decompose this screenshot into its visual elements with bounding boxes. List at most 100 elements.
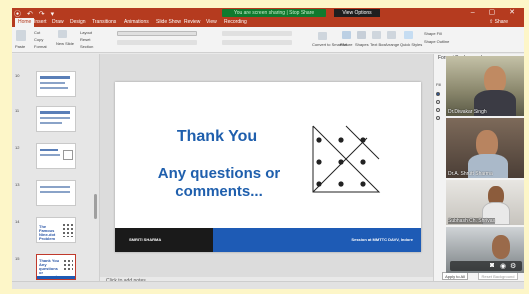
nine-dot-puzzle-diagram — [312, 125, 381, 193]
thumb-line — [40, 87, 68, 89]
thumb-line — [40, 154, 60, 156]
thumb-line — [40, 191, 70, 193]
thumb-number: 15 — [15, 256, 20, 261]
convert-smartart-icon[interactable] — [318, 32, 327, 40]
shapes-label: Shapes — [355, 42, 369, 47]
tab-design[interactable]: Design — [70, 19, 86, 25]
slide-thumbnail[interactable] — [36, 180, 76, 206]
tab-transitions[interactable]: Transitions — [92, 19, 116, 25]
settings-icon[interactable]: ⚙ — [510, 262, 516, 270]
powerpoint-window: ⦿ ↶ ↷ ▾ You are screen sharing | Stop Sh… — [12, 8, 524, 289]
thumb-line — [40, 122, 62, 124]
shapes-icon[interactable] — [357, 31, 366, 39]
quick-styles-icon[interactable] — [404, 31, 413, 39]
layout-button[interactable]: Layout — [80, 30, 92, 35]
font-name-box[interactable] — [117, 31, 197, 36]
slide-thumbnail[interactable] — [36, 106, 76, 132]
shape-fill-button[interactable]: Shape Fill — [424, 31, 442, 36]
participant-name: Dr.Diwakar Singh — [448, 109, 487, 115]
paste-label: Paste — [15, 44, 26, 49]
share-label: Share — [494, 19, 508, 25]
participant-name: Dr.A. Shrutt Sharma — [448, 171, 493, 177]
arrange-label: Arrange — [385, 42, 400, 47]
thumb-number: 13 — [15, 182, 20, 187]
text-box-label: Text Box — [370, 42, 386, 47]
video-tile[interactable]: Subhash Ch. Shrivas — [446, 180, 524, 225]
new-slide-label: New Slide — [56, 41, 75, 46]
slide-thumbnail-pane: 10 11 12 13 14 The Famous Nine-dot Probl… — [12, 54, 100, 281]
tab-recording[interactable]: Recording — [224, 19, 247, 25]
quick-styles-label: Quick Styles — [400, 42, 423, 47]
apply-to-all-button[interactable]: Apply to All — [442, 272, 468, 280]
picture-label: Picture — [340, 42, 353, 47]
slide-title[interactable]: Thank You — [147, 128, 287, 146]
fill-option-radio[interactable] — [436, 92, 440, 96]
slide-canvas: Thank You Any questions or comments... S… — [100, 54, 433, 284]
video-tile[interactable]: ◙ ◉ ⚙ — [446, 227, 524, 273]
thumb-line — [40, 149, 58, 151]
current-slide[interactable]: Thank You Any questions or comments... S… — [115, 82, 421, 252]
slide-thumbnail[interactable]: The Famous Nine-dot Problem — [36, 217, 76, 243]
picture-icon[interactable] — [342, 31, 351, 39]
title-bar: ⦿ ↶ ↷ ▾ You are screen sharing | Stop Sh… — [12, 8, 524, 18]
participant-name: Subhash Ch. Shrivas — [448, 218, 495, 224]
fill-option-radio[interactable] — [436, 116, 440, 120]
ribbon-tabs: Home Insert Draw Design Transitions Anim… — [12, 18, 524, 27]
share-button[interactable]: ⇧ Share — [489, 19, 508, 25]
status-bar — [12, 281, 524, 289]
thumb-number: 10 — [15, 73, 20, 78]
camera-icon[interactable]: ◙ — [490, 262, 494, 269]
slide-body-text[interactable]: Any questions or comments... — [139, 165, 299, 201]
slide-thumbnail[interactable] — [36, 71, 76, 97]
text-box-icon[interactable] — [372, 31, 381, 39]
format-painter-button[interactable]: Format — [34, 44, 47, 49]
thumb-number: 12 — [15, 145, 20, 150]
paragraph-row[interactable] — [222, 31, 292, 36]
nine-dots-icon — [62, 223, 73, 237]
tab-review[interactable]: Review — [184, 19, 200, 25]
slide-thumbnail[interactable] — [36, 143, 76, 169]
thumb-text: The Famous Nine-dot Problem — [39, 224, 56, 241]
alignment-row[interactable] — [222, 40, 292, 45]
new-slide-icon[interactable] — [58, 30, 67, 38]
desktop: ⦿ ↶ ↷ ▾ You are screen sharing | Stop Sh… — [0, 0, 529, 294]
shape-outline-button[interactable]: Shape Outline — [424, 39, 449, 44]
window-controls[interactable]: – ▢ ✕ — [471, 8, 521, 16]
section-button[interactable]: Section — [80, 44, 93, 49]
tab-view[interactable]: View — [206, 19, 217, 25]
cut-button[interactable]: Cut — [34, 30, 40, 35]
ribbon-toolbar: Paste Cut Copy Format New Slide Layout R… — [12, 27, 524, 53]
tab-insert[interactable]: Insert — [34, 19, 47, 25]
reset-background-button[interactable]: Reset Background — [478, 272, 518, 280]
slide-footer: SMRITI SHARMA Session at MMTTC DAVV, Ind… — [115, 228, 421, 252]
tab-slide-show[interactable]: Slide Show — [156, 19, 181, 25]
fill-section-label: Fill — [436, 82, 442, 87]
copy-button[interactable]: Copy — [34, 37, 43, 42]
footer-session-info: Session at MMTTC DAVV, Indore — [213, 228, 421, 252]
tab-draw[interactable]: Draw — [52, 19, 64, 25]
font-format-row[interactable] — [117, 40, 197, 45]
tab-home[interactable]: Home — [15, 18, 35, 27]
fill-option-radio[interactable] — [436, 108, 440, 112]
thumb-footer — [37, 276, 75, 279]
thumb-number: 11 — [15, 108, 20, 113]
screen-share-banner[interactable]: You are screen sharing | Stop Share — [222, 9, 326, 17]
arrange-icon[interactable] — [387, 31, 396, 39]
thumb-line — [40, 117, 70, 119]
thumb-line — [40, 186, 70, 188]
thumb-number: 14 — [15, 219, 20, 224]
thumb-line — [40, 76, 70, 79]
thumb-line — [40, 82, 65, 84]
thumbnail-scrollbar[interactable] — [94, 194, 97, 219]
thumb-line — [40, 111, 70, 114]
view-options-button[interactable]: View Options — [334, 9, 380, 17]
paste-icon[interactable] — [16, 30, 26, 41]
video-tile[interactable]: Dr.A. Shrutt Sharma — [446, 118, 524, 178]
record-icon[interactable]: ◉ — [500, 262, 506, 270]
tab-animations[interactable]: Animations — [124, 19, 149, 25]
reset-button[interactable]: Reset — [80, 37, 90, 42]
fill-option-radio[interactable] — [436, 100, 440, 104]
participant-face — [492, 235, 510, 259]
slide-thumbnail-selected[interactable]: Thank You Any questions or comments... — [36, 254, 76, 280]
video-tile[interactable]: Dr.Diwakar Singh — [446, 56, 524, 116]
